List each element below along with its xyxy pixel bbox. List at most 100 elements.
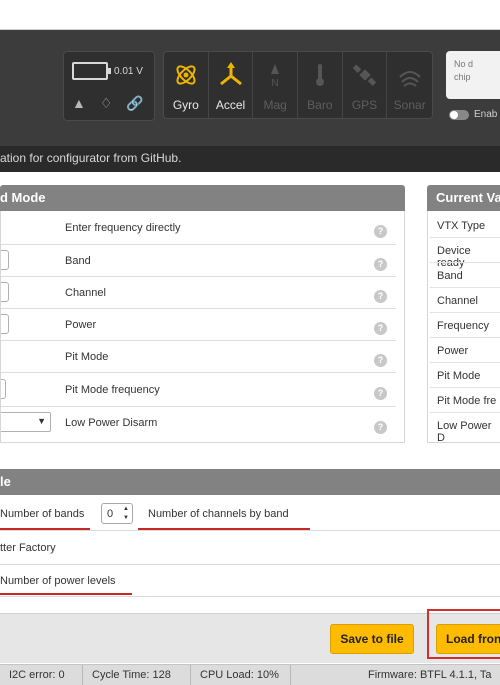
bottom-toolbar: Save to file Load fron [0,613,500,663]
help-icon[interactable]: ? [374,290,387,303]
divider [430,387,500,388]
save-to-file-button[interactable]: Save to file [330,624,414,654]
current-panel-header: Current Va [427,185,500,211]
help-icon[interactable]: ? [374,225,387,238]
vtx-panel-title: d Mode [0,190,46,205]
table-panel-title: le [0,474,11,489]
sensor-gps: GPS [343,52,388,118]
accel-icon [219,62,242,86]
sensor-baro-label: Baro [307,98,333,112]
stepper-down-icon[interactable]: ▼ [123,515,129,521]
satellite-icon [352,64,376,86]
current-pit-mode: Pit Mode [437,370,481,382]
current-frequency: Frequency [437,320,489,332]
status-icons: ▲ ♢ 🔗 [72,95,144,111]
sensor-baro: Baro [298,52,343,118]
status-cpu-load: CPU Load: 10% [191,665,291,685]
port-status-box: No d chip [446,51,500,99]
bands-label: Number of bands [0,508,85,520]
status-i2c-error: I2C error: 0 [0,665,83,685]
pit-frequency-input[interactable] [1,379,6,399]
sensor-sonar-label: Sonar [393,98,426,112]
sensor-gyro-label: Gyro [172,98,199,112]
row-power: Power ? [1,309,396,341]
current-panel-title: Current Va [436,190,500,205]
channels-label: Number of channels by band [148,508,289,520]
divider [430,337,500,338]
divider [430,412,500,413]
port-status-line1: No d [454,59,474,69]
row-bands: Number of bands Number of channels by ba… [0,495,500,531]
current-power: Power [437,345,469,357]
low-power-disarm-select[interactable]: ▼ [1,412,51,432]
row-band: Band ? [1,245,396,277]
row-label: Enter frequency directly [65,222,181,234]
sensor-gyro: Gyro [164,52,209,118]
help-icon[interactable]: ? [374,354,387,367]
row-channel: Channel ? [1,277,396,309]
expert-mode-label: Enab [474,109,498,120]
help-icon[interactable]: ? [374,421,387,434]
current-channel: Channel [437,295,478,307]
divider [430,312,500,313]
stepper-up-icon[interactable]: ▲ [123,506,129,512]
highlight-underline [138,528,310,530]
channel-select[interactable] [1,282,9,302]
row-pit-mode-frequency: Pit Mode frequency ? [1,373,396,407]
diamond-icon: ♢ [99,95,113,111]
help-icon[interactable]: ? [374,387,387,400]
sensor-mag-label: Mag [263,98,287,112]
sensor-mag: N Mag [253,52,299,118]
row-label: Band [65,255,91,267]
vtx-panel-body: Enter frequency directly ? Band ? Channe… [0,211,405,443]
table-panel-header: le [0,469,500,495]
sensor-indicators: Gyro Accel N Mag Baro GPS Sonar [163,51,433,119]
row-label: Power [65,319,97,331]
current-vtx-type: VTX Type [437,220,486,232]
sensor-gps-label: GPS [351,98,378,112]
sensor-sonar: Sonar [387,52,432,118]
row-enter-frequency: Enter frequency directly ? [1,211,396,245]
power-levels-label: Number of power levels [0,575,116,587]
row-low-power-disarm: ▼ Low Power Disarm ? [1,407,396,441]
current-band: Band [437,270,463,282]
sensor-accel-label: Accel [215,98,246,112]
current-low-power-disarm: Low Power D [437,420,492,444]
vtx-panel-header: d Mode [0,185,405,211]
sensor-accel: Accel [209,52,254,118]
divider [430,237,500,238]
row-label: Channel [65,287,106,299]
band-select[interactable] [1,250,9,270]
chevron-down-icon: ▼ [37,416,46,426]
status-bar: I2C error: 0 Cycle Time: 128 CPU Load: 1… [0,664,500,685]
divider [430,262,500,263]
power-select[interactable] [1,314,9,334]
thermometer-icon [315,64,324,86]
help-icon[interactable]: ? [374,322,387,335]
row-label: Pit Mode frequency [65,384,160,396]
status-firmware: Firmware: BTFL 4.1.1, Ta [368,669,492,681]
divider [430,287,500,288]
row-label: Pit Mode [65,351,109,363]
header-bar: 0.01 V ▲ ♢ 🔗 Gyro Accel N Mag Baro GPS S… [0,30,500,146]
highlight-underline [0,528,90,530]
link-icon: 🔗 [126,95,144,111]
row-label: Low Power Disarm [65,417,158,429]
status-cycle-time: Cycle Time: 128 [83,665,191,685]
svg-text:N: N [272,78,279,88]
battery-icon [72,62,111,80]
update-notice: ation for configurator from GitHub. [0,146,500,172]
bands-value: 0 [107,508,114,520]
help-icon[interactable]: ? [374,258,387,271]
highlight-underline [0,593,132,595]
gyro-icon [176,65,196,85]
expert-mode-toggle[interactable] [449,110,469,120]
row-pit-mode: Pit Mode ? [1,341,396,373]
row-factory: tter Factory [0,531,500,565]
sonar-icon [398,71,421,87]
bands-stepper[interactable]: 0 ▲ ▼ [101,503,133,524]
highlight-box [427,609,500,659]
warning-icon: ▲ [72,95,86,111]
port-status-line2: chip [454,72,471,82]
compass-icon: N [271,64,280,89]
